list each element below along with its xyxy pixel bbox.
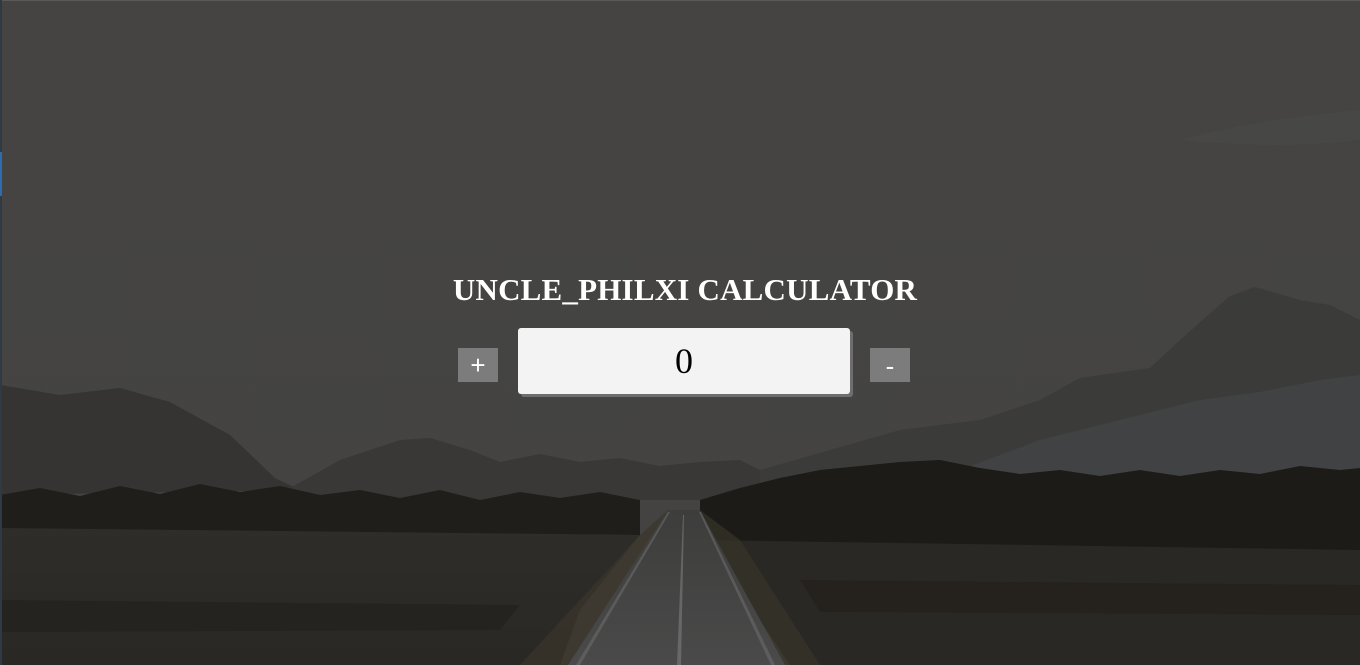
increment-button[interactable]: +: [458, 348, 498, 382]
left-window-edge: [0, 0, 2, 665]
counter-display: 0: [518, 328, 850, 394]
app-title: UNCLE_PHILXI CALCULATOR: [452, 272, 918, 307]
left-edge-accent: [0, 152, 2, 196]
decrement-button[interactable]: -: [870, 348, 910, 382]
top-border: [0, 0, 1360, 1]
